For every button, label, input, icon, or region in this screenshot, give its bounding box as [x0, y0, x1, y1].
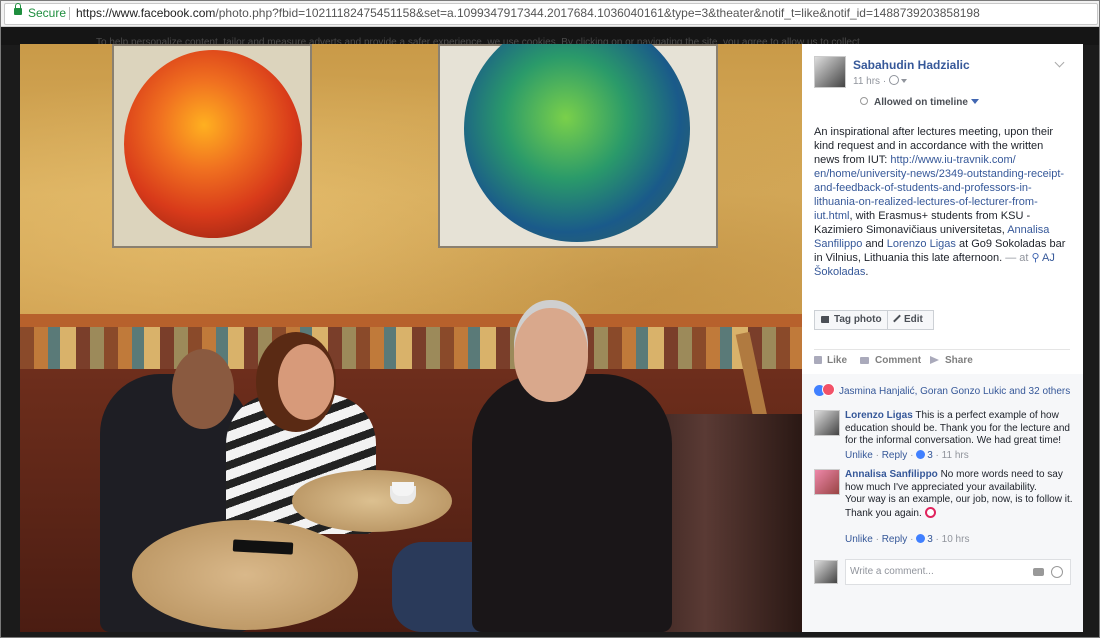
- window-frame: [0, 0, 1100, 638]
